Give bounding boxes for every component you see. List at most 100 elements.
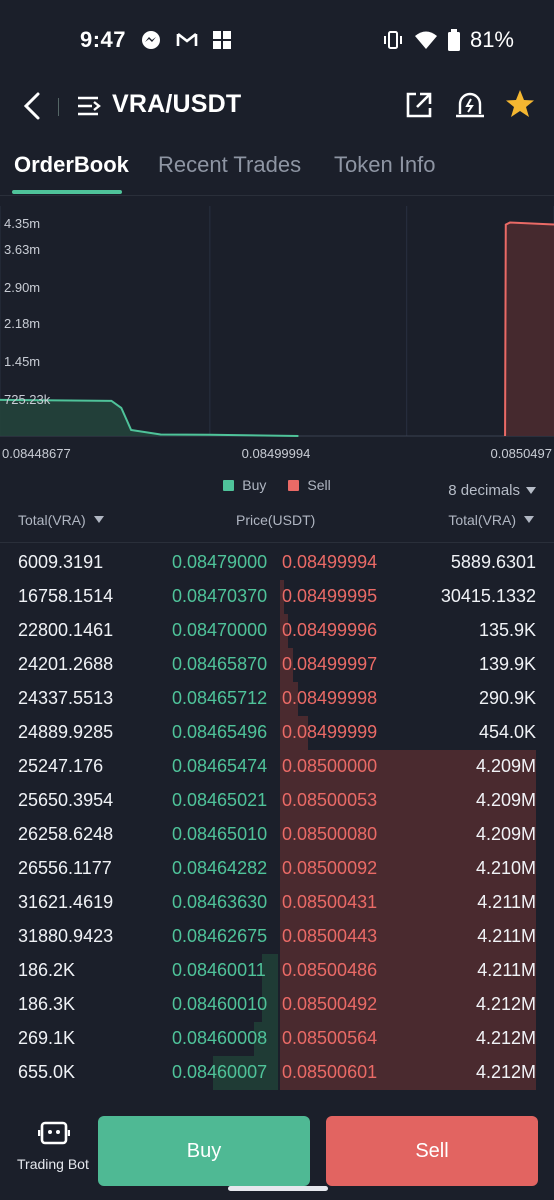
vibrate-icon [382,30,404,50]
y-tick-label: 1.45m [4,354,40,369]
sell-price: 0.08500080 [282,824,378,844]
windows-icon [212,30,232,50]
orderbook-row[interactable]: 31880.9423 0.08462675 0.08500443 4.211M [0,920,554,954]
buy-total: 25650.3954 [18,790,114,810]
price-header: Price(USDT) [236,512,316,528]
buy-total-header-label: Total(VRA) [18,512,86,528]
orderbook-row[interactable]: 31621.4619 0.08463630 0.08500431 4.211M [0,886,554,920]
sell-depth-area [505,222,554,436]
tab-recent-trades[interactable]: Recent Trades [158,152,301,178]
pair-title[interactable]: VRA/USDT [112,90,241,119]
sell-total: 4.211M [477,926,536,946]
orderbook-list: 6009.3191 0.08479000 0.08499994 5889.6301 16… [0,546,554,1090]
y-tick-label: 2.18m [4,316,40,331]
tab-token-info[interactable]: Token Info [334,152,436,178]
legend-buy-label: Buy [242,477,267,493]
orderbook-row[interactable]: 16758.1514 0.08470370 0.08499995 30415.1332 [0,580,554,614]
orderbook-column-headers: Total(VRA) Price(USDT) Total(VRA) [0,508,554,538]
buy-total: 24337.5513 [18,688,114,708]
sell-price: 0.08500486 [282,960,378,980]
status-bar: 9:47 81% [0,0,554,80]
buy-price: 0.08479000 [172,552,268,572]
orderbook-row[interactable]: 24337.5513 0.08465712 0.08499998 290.9K [0,682,554,716]
buy-price: 0.08460008 [172,1028,268,1048]
orderbook-divider [0,542,554,543]
buy-total: 24889.9285 [18,722,114,742]
buy-price: 0.08470000 [172,620,268,640]
orderbook-row[interactable]: 655.0K 0.08460007 0.08500601 4.212M [0,1056,554,1090]
buy-total: 16758.1514 [18,586,114,606]
orderbook-row[interactable]: 186.3K 0.08460010 0.08500492 4.212M [0,988,554,1022]
tab-bar: OrderBook Recent Trades Token Info [0,140,554,196]
buy-total: 186.3K [18,994,76,1014]
sell-total: 4.209M [475,790,536,810]
decimals-caret-icon [526,486,536,494]
x-tick-label: 0.0850497 [491,446,552,461]
sell-total: 4.211M [477,960,536,980]
orderbook-row[interactable]: 26258.6248 0.08465010 0.08500080 4.209M [0,818,554,852]
sell-price: 0.08499994 [282,552,378,572]
buy-button[interactable]: Buy [98,1116,310,1186]
orderbook-row[interactable]: 24201.2688 0.08465870 0.08499997 139.9K [0,648,554,682]
tab-orderbook[interactable]: OrderBook [14,152,129,178]
legend-sell: Sell [288,474,331,496]
buy-total: 26556.1177 [18,858,112,878]
battery-icon [447,29,460,51]
buy-total: 25247.176 [18,756,104,776]
legend-buy: Buy [223,474,266,496]
orderbook-row[interactable]: 24889.9285 0.08465496 0.08499999 454.0K [0,716,554,750]
sell-total: 4.209M [475,824,536,844]
sell-total: 135.9K [478,620,536,640]
y-tick-label: 3.63m [4,242,40,257]
y-tick-label: 2.90m [4,280,40,295]
orderbook-row[interactable]: 25650.3954 0.08465021 0.08500053 4.209M [0,784,554,818]
favorite-star-icon[interactable] [504,88,536,120]
trading-bot-icon[interactable] [37,1120,71,1146]
decimals-label: 8 decimals [448,482,520,499]
x-tick-label: 0.08499994 [242,446,311,461]
orderbook-row[interactable]: 26556.1177 0.08464282 0.08500092 4.210M [0,852,554,886]
orderbook-row[interactable]: 6009.3191 0.08479000 0.08499994 5889.6301 [0,546,554,580]
buy-price: 0.08463630 [172,892,268,912]
buy-total: 24201.2688 [18,654,114,674]
orderbook-row[interactable]: 22800.1461 0.08470000 0.08499996 135.9K [0,614,554,648]
sell-price: 0.08500564 [282,1028,378,1048]
sell-price: 0.08499996 [282,620,378,640]
sell-total: 5889.6301 [450,552,536,572]
buy-total: 6009.3191 [18,552,104,572]
orderbook-row[interactable]: 186.2K 0.08460011 0.08500486 4.211M [0,954,554,988]
sell-price: 0.08500092 [282,858,378,878]
buy-total-header[interactable]: Total(VRA) [18,512,104,528]
decimals-selector[interactable]: 8 decimals [448,482,536,499]
sell-total: 4.212M [475,1062,536,1082]
legend-sell-label: Sell [307,477,331,493]
y-tick-label: 4.35m [4,216,40,231]
sell-button[interactable]: Sell [326,1116,538,1186]
sell-price: 0.08499995 [282,586,378,606]
buy-total: 655.0K [18,1062,76,1082]
orderbook-row[interactable]: 269.1K 0.08460008 0.08500564 4.212M [0,1022,554,1056]
gmail-icon [176,31,198,49]
y-tick-label: 725.23k [4,392,51,407]
buy-total: 269.1K [18,1028,76,1048]
sell-total: 139.9K [478,654,536,674]
buy-price: 0.08464282 [172,858,268,878]
buy-price: 0.08465712 [172,688,268,708]
header-divider [58,98,59,116]
sell-total: 290.9K [478,688,536,708]
tab-active-indicator [12,190,122,194]
sell-total-header[interactable]: Total(VRA) [448,512,534,528]
sell-price: 0.08499998 [282,688,378,708]
sell-total-caret-icon [524,516,534,523]
price-alert-icon[interactable] [454,90,486,120]
pair-menu-icon[interactable] [76,92,102,120]
sell-total: 4.210M [475,858,536,878]
buy-price: 0.08465474 [172,756,268,776]
buy-price: 0.08465496 [172,722,268,742]
trading-bot-label[interactable]: Trading Bot [17,1156,89,1172]
orderbook-row[interactable]: 25247.176 0.08465474 0.08500000 4.209M [0,750,554,784]
back-icon[interactable] [18,90,48,122]
sell-total: 4.212M [475,1028,536,1048]
gesture-nav-bar[interactable] [228,1186,328,1191]
share-external-icon[interactable] [404,90,434,120]
